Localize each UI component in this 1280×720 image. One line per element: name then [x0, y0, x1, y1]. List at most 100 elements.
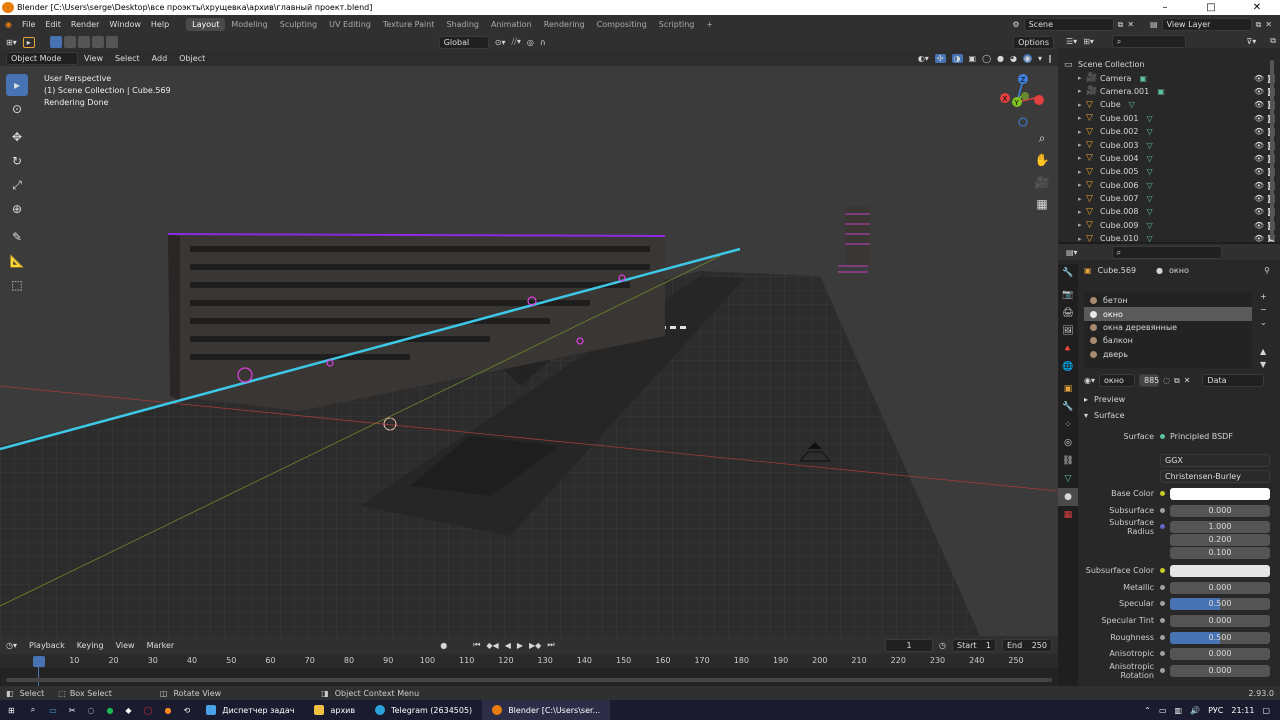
move-tool-icon[interactable]: ✥ [6, 126, 28, 148]
taskbar-search-icon[interactable]: ⌕ [23, 700, 43, 720]
spotify-icon[interactable]: ● [100, 700, 119, 720]
particles-tab-icon[interactable]: ⁘ [1058, 416, 1078, 434]
blender-menu-icon[interactable]: ◉ [0, 20, 17, 29]
outliner-item[interactable]: ▸▽Cube.007▽👁◙ [1058, 192, 1280, 205]
modifier-tab-icon[interactable]: 🔧 [1058, 398, 1078, 416]
taskbar-app-icon-3[interactable]: ◌ [81, 700, 100, 720]
outliner-item[interactable]: ▸▽Cube.010▽👁◙ [1058, 232, 1280, 242]
navigation-gizmo[interactable]: Z X Y [995, 72, 1050, 132]
expand-arrow-icon[interactable]: ▸ [1078, 128, 1086, 136]
expand-arrow-icon[interactable]: ▸ [1078, 141, 1086, 149]
falloff-icon[interactable]: ∩ [540, 38, 546, 47]
rotate-tool-icon[interactable]: ↻ [6, 150, 28, 172]
scene-selector[interactable]: Scene [1023, 18, 1114, 31]
input-socket-icon[interactable] [1160, 618, 1165, 623]
value-slider[interactable]: 0.200 [1170, 533, 1270, 546]
transform-tool-icon[interactable]: ⊕ [6, 198, 28, 220]
material-shading-icon[interactable]: ◕ [1010, 54, 1017, 63]
output-tab-icon[interactable]: 🖨 [1058, 304, 1078, 322]
tab-scripting[interactable]: Scripting [653, 18, 701, 31]
next-keyframe-icon[interactable]: ▶◆ [529, 641, 541, 650]
surface-shader-value[interactable]: Principled BSDF [1170, 432, 1233, 441]
clock[interactable]: 21:11 [1231, 706, 1254, 715]
viewport-menu-object[interactable]: Object [173, 54, 211, 63]
menu-help[interactable]: Help [146, 20, 174, 29]
input-socket-icon[interactable] [1160, 635, 1165, 640]
value-slider[interactable]: 0.000 [1170, 504, 1270, 517]
expand-arrow-icon[interactable]: ▸ [1078, 195, 1086, 203]
jump-start-icon[interactable]: ⏮ [473, 640, 480, 650]
scene-icon[interactable]: ⚙ [1012, 20, 1019, 29]
visibility-eye-icon[interactable]: 👁 [1254, 87, 1264, 96]
jump-end-icon[interactable]: ⏭ [547, 640, 554, 650]
mode-selector[interactable]: Object Mode [6, 51, 78, 65]
snap-icon[interactable]: ⧸⧸▾ [511, 37, 520, 47]
taskbar-app-icon-8[interactable]: ⟲ [178, 700, 197, 720]
material-tab-icon[interactable]: ● [1058, 488, 1078, 506]
select-tool-icon[interactable]: ▸ [22, 36, 35, 48]
tab-sculpting[interactable]: Sculpting [274, 18, 323, 31]
menu-render[interactable]: Render [66, 20, 104, 29]
material-slot[interactable]: бетон [1084, 294, 1252, 307]
display-mode-icon[interactable]: ⊞▾ [1083, 37, 1094, 46]
add-workspace-button[interactable]: + [700, 18, 719, 31]
browse-material-icon[interactable]: ◉▾ [1084, 376, 1095, 385]
timeline-menu-keying[interactable]: Keying [71, 641, 110, 650]
duplicate-material-icon[interactable]: ⧉ [1174, 376, 1180, 386]
rendered-shading-icon[interactable]: ◉ [1023, 53, 1032, 63]
material-slot[interactable]: дверь [1084, 348, 1252, 361]
expand-arrow-icon[interactable]: ▸ [1078, 74, 1086, 82]
minimize-button[interactable]: – [1142, 0, 1188, 15]
expand-arrow-icon[interactable]: ▸ [1078, 101, 1086, 109]
color-swatch[interactable] [1170, 487, 1270, 500]
input-socket-icon[interactable] [1160, 491, 1165, 496]
visibility-eye-icon[interactable]: 👁 [1254, 114, 1264, 123]
distribution-dropdown[interactable]: GGX [1160, 454, 1270, 467]
slot-specials-button[interactable]: ⌄ [1260, 318, 1267, 327]
opera-icon[interactable]: ◯ [138, 700, 159, 720]
blender-task[interactable]: Blender [C:\Users\ser... [482, 700, 611, 720]
outliner-item[interactable]: ▸▽Cube.004▽👁◙ [1058, 152, 1280, 165]
transform-orientation[interactable]: Global [438, 35, 489, 49]
tab-compositing[interactable]: Compositing [591, 18, 653, 31]
input-socket-icon[interactable] [1160, 651, 1165, 656]
value-slider[interactable]: 0.000 [1170, 647, 1270, 660]
input-socket-icon[interactable] [1160, 601, 1165, 606]
delete-view-layer-icon[interactable]: ✕ [1265, 20, 1272, 29]
value-slider[interactable]: 0.100 [1170, 546, 1270, 559]
play-icon[interactable]: ▶ [517, 641, 523, 650]
select-invert-icon[interactable] [91, 36, 104, 48]
pivot-point-icon[interactable]: ⊙▾ [495, 38, 506, 47]
tab-shading[interactable]: Shading [440, 18, 485, 31]
value-slider[interactable]: 0.000 [1170, 664, 1270, 677]
playhead[interactable] [33, 656, 45, 667]
physics-tab-icon[interactable]: ◎ [1058, 434, 1078, 452]
viewport-menu-view[interactable]: View [78, 54, 109, 63]
select-new-icon[interactable] [49, 36, 62, 48]
visibility-eye-icon[interactable]: 👁 [1254, 234, 1264, 242]
visibility-eye-icon[interactable]: 👁 [1254, 221, 1264, 230]
editor-type-icon[interactable]: ⊞▾ [0, 38, 23, 47]
input-socket-icon[interactable] [1160, 568, 1165, 573]
material-name-field[interactable]: окно [1099, 374, 1135, 387]
new-view-layer-icon[interactable]: ⧉ [1256, 20, 1262, 30]
select-subtract-icon[interactable] [77, 36, 90, 48]
wireframe-shading-icon[interactable]: ◯ [982, 54, 991, 63]
pan-hand-icon[interactable]: ✋ [1034, 150, 1050, 170]
unlink-material-icon[interactable]: ✕ [1184, 376, 1191, 385]
maximize-button[interactable]: □ [1188, 0, 1234, 15]
add-cube-tool-icon[interactable]: ⬚ [6, 274, 28, 296]
expand-arrow-icon[interactable]: ▸ [1078, 181, 1086, 189]
expand-arrow-icon[interactable]: ▸ [1078, 235, 1086, 242]
frame-ruler[interactable]: 1102030405060708090100110120130140150160… [0, 654, 1058, 668]
taskbar-app-icon-2[interactable]: ✂ [63, 700, 82, 720]
visibility-eye-icon[interactable]: 👁 [1254, 154, 1264, 163]
prev-keyframe-icon[interactable]: ◆◀ [486, 641, 498, 650]
filter-icon[interactable]: ⊽▾ [1246, 37, 1264, 46]
value-slider[interactable]: 1.000 [1170, 520, 1270, 533]
visibility-eye-icon[interactable]: 👁 [1254, 127, 1264, 136]
outliner-item[interactable]: ▸▽Cube.009▽👁◙ [1058, 219, 1280, 232]
visibility-eye-icon[interactable]: 👁 [1254, 181, 1264, 190]
viewport-menu-add[interactable]: Add [146, 54, 174, 63]
outliner-scrollbar[interactable] [1270, 60, 1274, 240]
